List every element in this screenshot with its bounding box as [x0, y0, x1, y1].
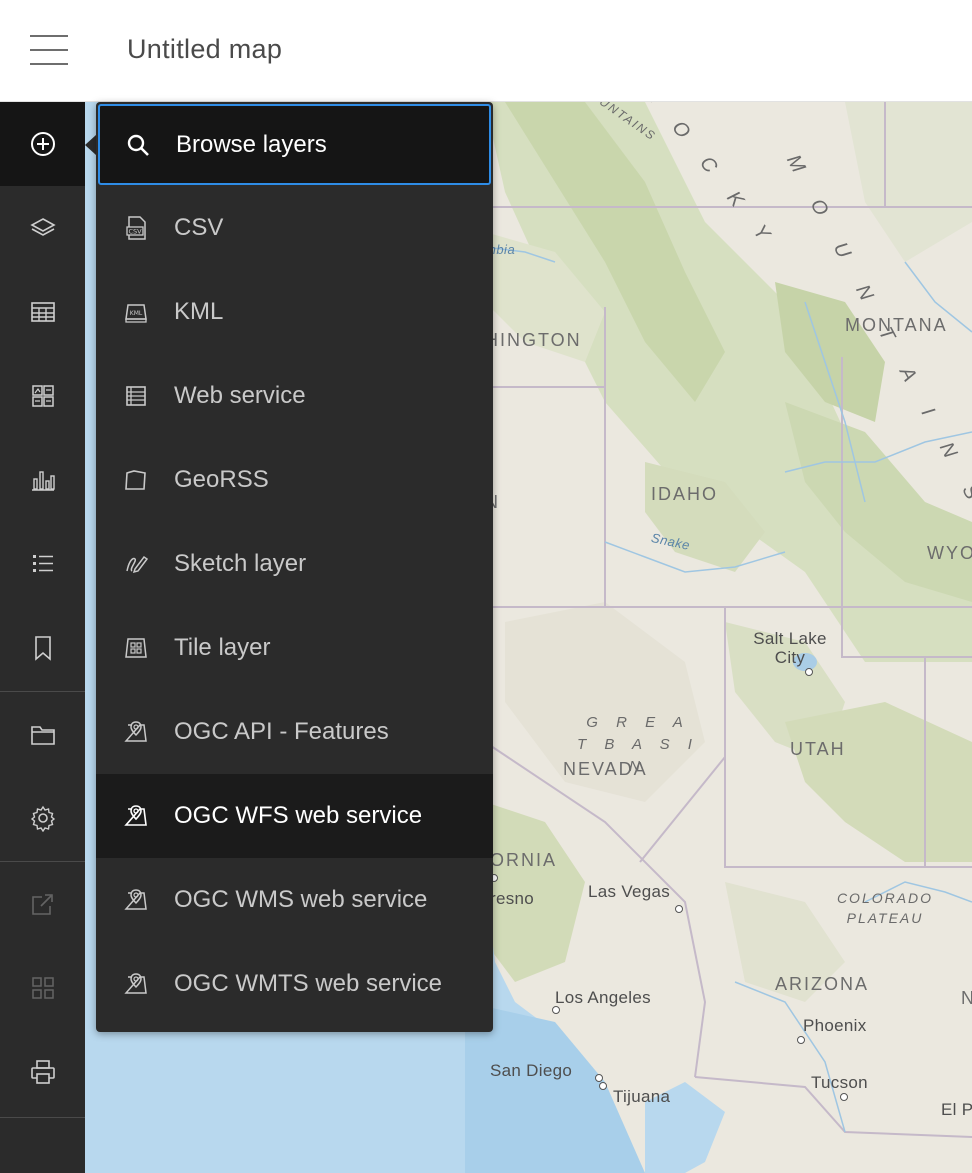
add-icon	[30, 132, 55, 156]
web-service-icon	[122, 382, 150, 410]
map-label-wyoming: WYO	[927, 543, 972, 563]
menu-pointer	[85, 135, 96, 155]
menu-item-label: OGC WMTS web service	[174, 970, 443, 997]
map-label-utah: UTAH	[790, 739, 846, 759]
menu-item-label: OGC WFS web service	[174, 802, 423, 829]
left-toolbar	[0, 102, 85, 1173]
map-label-fresno: resno	[490, 889, 535, 908]
georss-icon	[122, 466, 150, 494]
print-button[interactable]	[0, 1030, 85, 1114]
sketch-icon	[122, 550, 150, 578]
menu-item-label: Browse layers	[176, 130, 327, 158]
menu-item-tile-layer[interactable]: Tile layer	[96, 606, 493, 690]
city-dot-las-vegas	[675, 905, 683, 913]
folder-icon	[30, 726, 55, 745]
tile-layer-icon	[122, 634, 150, 662]
menu-item-ogc-wmts[interactable]: OGC WMTS web service	[96, 942, 493, 1026]
map-label-tijuana: Tijuana	[613, 1087, 671, 1106]
menu-item-ogc-wfs[interactable]: OGC WFS web service	[96, 774, 493, 858]
table-icon	[30, 302, 55, 322]
map-label-los-angeles: Los Angeles	[555, 988, 651, 1007]
layers-icon	[29, 218, 56, 236]
menu-item-browse-layers[interactable]: Browse layers	[98, 104, 491, 185]
city-dot-phoenix	[797, 1036, 805, 1044]
map-label-washington: HINGTON	[485, 330, 582, 350]
map-label-tucson: Tucson	[811, 1073, 868, 1092]
city-dot-tucson	[840, 1093, 848, 1101]
map-label-nevada: NEVADA	[563, 759, 648, 779]
print-icon	[30, 1060, 55, 1084]
map-label-new-mexico: N	[961, 988, 972, 1008]
table-button[interactable]	[0, 270, 85, 354]
csv-file-icon: CSV	[122, 214, 150, 242]
share-icon	[31, 894, 53, 915]
legend-icon	[31, 385, 54, 407]
city-dot-san-diego	[595, 1074, 603, 1082]
menu-item-label: Sketch layer	[174, 550, 307, 577]
menu-item-csv[interactable]: CSV CSV	[96, 186, 493, 270]
ogc-map-icon	[122, 802, 150, 830]
search-icon	[124, 131, 152, 159]
map-title[interactable]: Untitled map	[127, 34, 282, 65]
bookmark-icon	[34, 636, 51, 661]
menu-item-ogc-api-features[interactable]: OGC API - Features	[96, 690, 493, 774]
ogc-map-icon	[122, 718, 150, 746]
menu-item-label: KML	[174, 298, 224, 325]
charts-button[interactable]	[0, 438, 85, 522]
svg-text:KML: KML	[130, 310, 143, 317]
menu-item-kml[interactable]: KML KML	[96, 270, 493, 354]
menu-item-web-service[interactable]: Web service	[96, 354, 493, 438]
menu-item-label: Tile layer	[174, 634, 271, 661]
kml-file-icon: KML	[122, 298, 150, 326]
add-layer-menu: Browse layers CSV CSV KML KML Web servic…	[96, 102, 493, 1032]
city-dot-tijuana	[599, 1082, 607, 1090]
list-icon	[32, 555, 53, 572]
map-label-montana: MONTANA	[845, 315, 948, 335]
layers-button[interactable]	[0, 186, 85, 270]
map-label-idaho: IDAHO	[651, 484, 719, 504]
ogc-map-icon	[122, 886, 150, 914]
city-dot-los-angeles	[552, 1006, 560, 1014]
map-label-san-diego: San Diego	[490, 1061, 573, 1080]
apps-button[interactable]	[0, 946, 85, 1030]
menu-item-label: OGC API - Features	[174, 718, 389, 745]
menu-item-sketch-layer[interactable]: Sketch layer	[96, 522, 493, 606]
add-layer-button[interactable]	[0, 102, 85, 186]
menu-item-label: CSV	[174, 214, 224, 241]
map-label-las-vegas: Las Vegas	[588, 882, 671, 901]
share-button[interactable]	[0, 862, 85, 946]
menu-item-georss[interactable]: GeoRSS	[96, 438, 493, 522]
menu-item-label: Web service	[174, 382, 306, 409]
settings-icon	[30, 805, 55, 832]
list-button[interactable]	[0, 522, 85, 606]
city-dot-salt-lake	[805, 668, 813, 676]
toolbar-divider	[0, 1117, 85, 1118]
menu-item-label: GeoRSS	[174, 466, 269, 493]
map-label-el-paso: El P	[941, 1100, 972, 1119]
map-label-colorado-plateau: COLORADO PLATEAU	[836, 890, 934, 926]
map-label-phoenix: Phoenix	[803, 1016, 867, 1035]
properties-button[interactable]	[0, 692, 85, 776]
map-label-arizona: ARIZONA	[775, 974, 870, 994]
bookmarks-button[interactable]	[0, 606, 85, 690]
svg-text:CSV: CSV	[128, 228, 142, 236]
app-header: Untitled map	[0, 0, 972, 102]
menu-item-label: OGC WMS web service	[174, 886, 428, 913]
apps-icon	[31, 977, 54, 999]
legend-button[interactable]	[0, 354, 85, 438]
map-label-salt-lake-city: Salt Lake City	[753, 629, 827, 667]
map-label-california: ORNIA	[490, 850, 558, 870]
hamburger-icon[interactable]	[30, 33, 68, 67]
ogc-map-icon	[122, 970, 150, 998]
charts-icon	[31, 471, 55, 491]
settings-button[interactable]	[0, 776, 85, 860]
menu-item-ogc-wms[interactable]: OGC WMS web service	[96, 858, 493, 942]
